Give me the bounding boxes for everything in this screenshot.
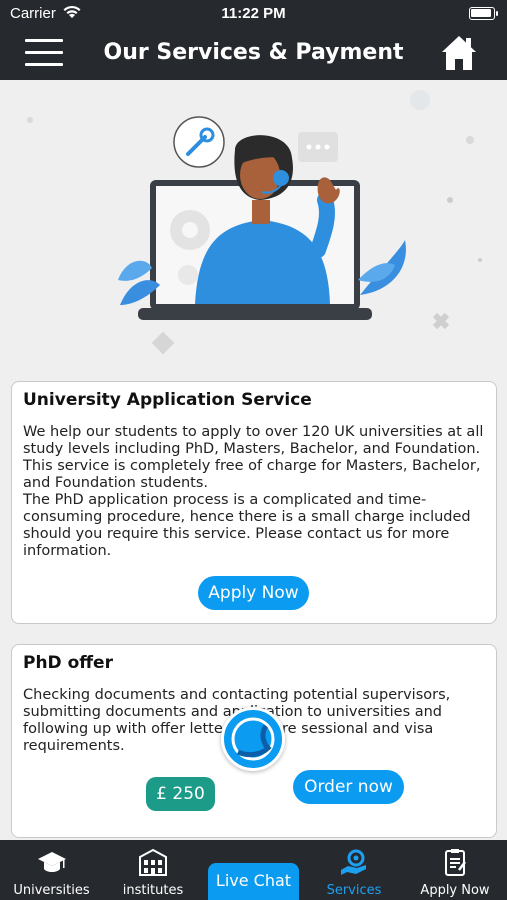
apply-now-button[interactable]: Apply Now	[198, 576, 309, 610]
status-bar: Carrier 11:22 PM	[0, 0, 507, 28]
card-title: PhD offer	[23, 653, 113, 673]
tab-apply-now[interactable]: Apply Now	[403, 840, 507, 900]
services-icon	[339, 848, 369, 876]
tab-universities[interactable]: Universities	[0, 840, 103, 900]
graduation-cap-icon	[37, 848, 67, 876]
tab-institutes[interactable]: institutes	[103, 840, 203, 900]
live-chat-button[interactable]: Live Chat	[208, 863, 299, 900]
order-now-button[interactable]: Order now	[293, 770, 404, 804]
page-title: Our Services & Payment	[103, 40, 404, 65]
tab-label: Universities	[13, 883, 90, 898]
chat-bubble-icon[interactable]	[221, 707, 285, 771]
battery-icon	[469, 7, 498, 20]
card-paragraph: We help our students to apply to over 12…	[23, 424, 484, 491]
application-form-icon	[440, 848, 470, 876]
price-badge: £ 250	[146, 777, 215, 811]
service-card-university-application: University Application Service We help o…	[11, 381, 497, 624]
tab-label: Services	[326, 883, 382, 898]
building-icon	[138, 848, 168, 876]
clock: 11:22 PM	[221, 5, 286, 22]
card-title: University Application Service	[23, 390, 312, 410]
home-icon[interactable]	[439, 33, 479, 73]
card-description: We help our students to apply to over 12…	[23, 424, 489, 560]
card-paragraph: The PhD application process is a complic…	[23, 492, 471, 559]
tab-services[interactable]: Services	[305, 840, 403, 900]
support-agent-illustration	[27, 90, 482, 355]
header: Our Services & Payment	[0, 28, 507, 80]
tab-label: institutes	[122, 883, 184, 898]
tab-label: Apply Now	[420, 883, 490, 898]
